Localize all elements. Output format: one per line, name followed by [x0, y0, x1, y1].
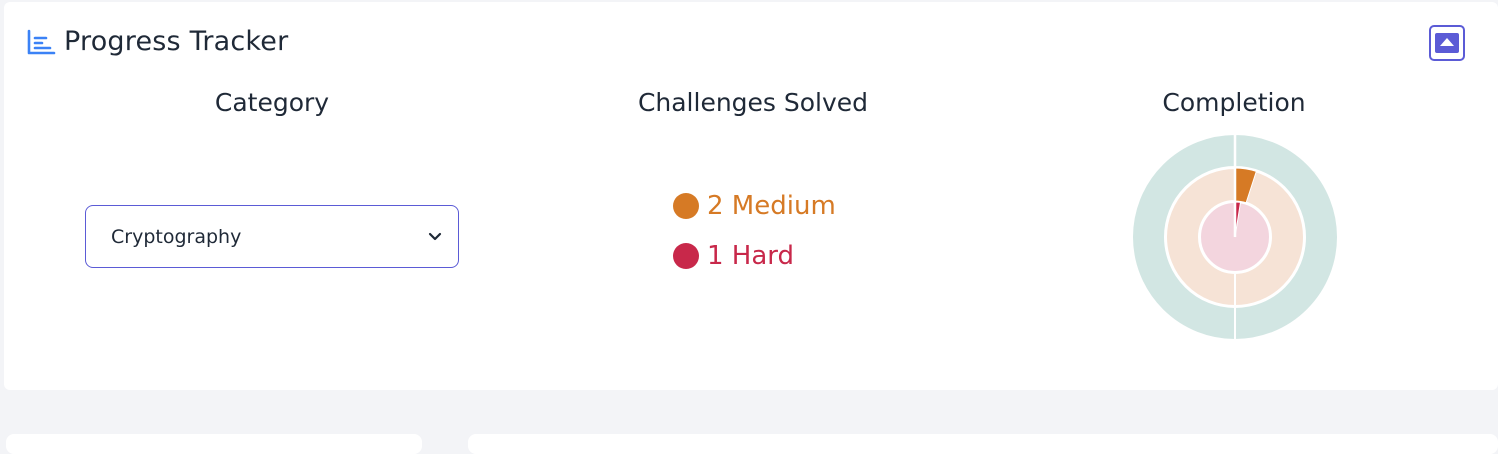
solved-hard: 1 Hard	[673, 241, 794, 271]
solved-medium-text: 2 Medium	[707, 191, 836, 221]
bottom-panel-right	[468, 434, 1498, 454]
completion-heading: Completion	[1162, 88, 1306, 117]
collapse-up-icon	[1435, 33, 1459, 53]
category-select-value: Cryptography	[111, 225, 242, 248]
page-title: Progress Tracker	[64, 26, 289, 57]
category-select[interactable]: Cryptography	[85, 205, 459, 268]
medium-dot	[673, 193, 699, 219]
bottom-panel-left	[6, 434, 422, 454]
solved-hard-text: 1 Hard	[707, 241, 795, 271]
challenges-solved-heading: Challenges Solved	[637, 88, 869, 117]
collapse-button[interactable]	[1429, 25, 1465, 61]
bar-chart-icon	[27, 29, 56, 54]
card-header: Progress Tracker	[26, 26, 288, 57]
completion-donut-chart	[1132, 134, 1338, 340]
progress-tracker-card: Progress Tracker Category Challenges Sol…	[4, 2, 1498, 390]
chevron-down-icon	[428, 232, 442, 240]
category-heading: Category	[214, 88, 330, 117]
solved-medium: 2 Medium	[673, 191, 836, 221]
hard-dot	[673, 243, 699, 269]
